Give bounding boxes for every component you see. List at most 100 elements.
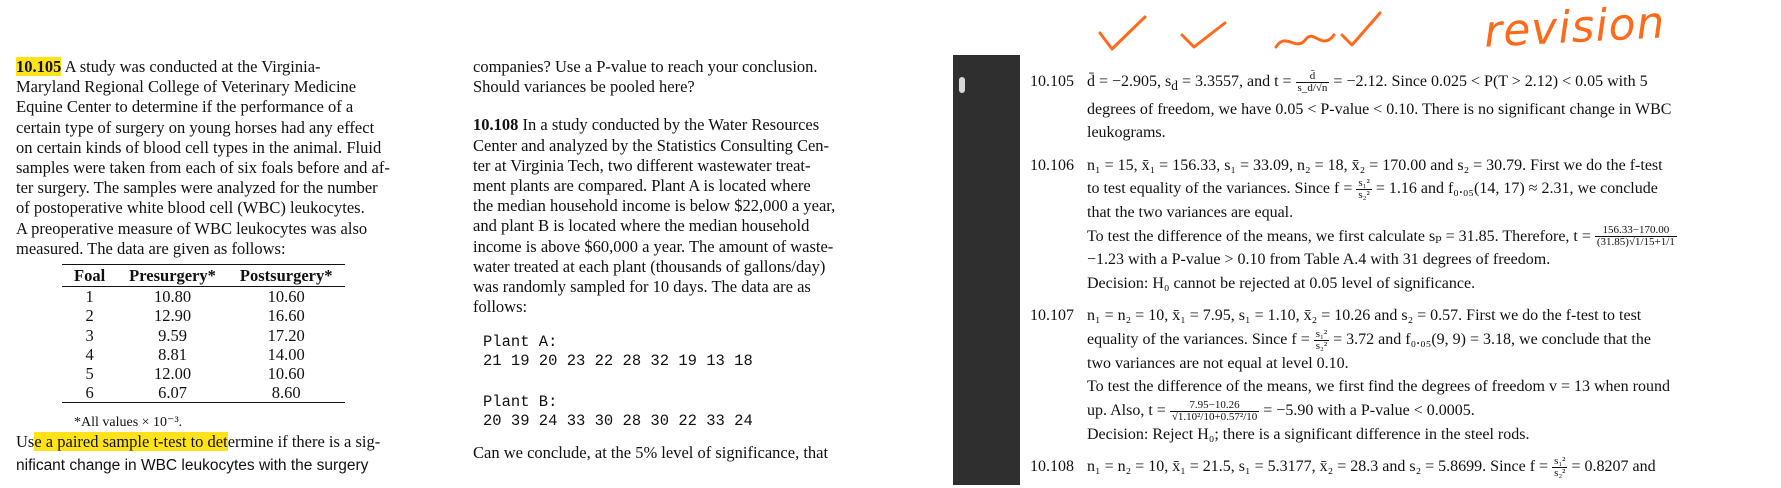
p108-line: the median household income is below $22… bbox=[473, 196, 836, 216]
denominator: s₂² bbox=[1358, 189, 1370, 202]
cell: 8.81 bbox=[158, 344, 187, 364]
p108-line: Center and analyzed by the Statistics Co… bbox=[473, 135, 830, 155]
solution-10-107: 10.107 n₁ = n₂ = 10, x̄₁ = 7.95, s₁ = 1.… bbox=[1030, 304, 1781, 446]
cell: 17.20 bbox=[267, 325, 305, 345]
table-row: 2 12.90 16.60 bbox=[62, 306, 345, 325]
solution-number: 10.105 bbox=[1030, 73, 1074, 90]
table-header: Foal bbox=[62, 263, 118, 288]
cell: 10.80 bbox=[153, 287, 192, 307]
cell: 10.60 bbox=[267, 364, 305, 384]
sol-text: n₁ = 15, x̄₁ = 156.33, s₁ = 33.09, n₂ = … bbox=[1087, 156, 1663, 174]
viewer-separator bbox=[953, 55, 1020, 485]
p108-line: ment plants are compared. Plant A is loc… bbox=[473, 176, 811, 196]
p108-line: ter at Virginia Tech, two different wast… bbox=[473, 155, 811, 175]
p105-line: measured. The data are given as follows: bbox=[16, 238, 286, 258]
p105-line: A study was conducted at the Virginia- bbox=[64, 57, 321, 76]
question-text: Us bbox=[16, 432, 35, 451]
cell: 10.60 bbox=[267, 287, 305, 307]
fraction: s₁² s₂² bbox=[1356, 178, 1372, 202]
p108-line: In a study conducted by the Water Resour… bbox=[522, 115, 820, 135]
sol-text: to test equality of the variances. Since… bbox=[1087, 180, 1357, 198]
sol-text: = −2.12. Since 0.025 < P(T > 2.12) < 0.0… bbox=[1329, 73, 1648, 90]
sol-text: To test the difference of the means, we … bbox=[1087, 227, 1595, 245]
table-row: 4 8.81 14.00 bbox=[62, 345, 345, 364]
cell: 9.59 bbox=[158, 325, 187, 345]
p105-line: A preoperative measure of WBC leukocytes… bbox=[16, 218, 368, 238]
p105-line: Maryland Regional College of Veterinary … bbox=[16, 77, 357, 97]
checkmark-3 bbox=[1340, 11, 1382, 47]
fraction: d̄ s_d/√n bbox=[1295, 70, 1330, 94]
denominator: s₂² bbox=[1315, 339, 1328, 352]
cell: 12.00 bbox=[153, 364, 192, 384]
numerator: s₁² bbox=[1313, 327, 1330, 341]
solutions-page: 10.105 d̄ = −2.905, sd = 3.3557, and t =… bbox=[1030, 70, 1781, 488]
table-row: 5 12.00 10.60 bbox=[62, 364, 345, 383]
p108-line: follows: bbox=[473, 297, 528, 317]
cell: 14.00 bbox=[267, 344, 305, 364]
sol-text: leukograms. bbox=[1087, 124, 1166, 142]
table-header: Postsurgery* bbox=[227, 263, 345, 288]
problem-number-105: 10.105 bbox=[16, 57, 62, 76]
sol-text: = 3.72 and f₀.₀₅(9, 9) = 3.18, we conclu… bbox=[1329, 330, 1651, 348]
scrollbar-thumb[interactable] bbox=[959, 77, 965, 93]
p105-line: on certain kinds of blood cell types in … bbox=[16, 137, 382, 157]
column-2: companies? Use a P-value to reach your c… bbox=[473, 57, 911, 464]
sol-text: = 0.8207 and bbox=[1567, 458, 1656, 475]
sol-text: n₁ = n₂ = 10, x̄₁ = 7.95, s₁ = 1.10, x̄₂… bbox=[1087, 307, 1642, 325]
cont-line: Should variances be pooled here? bbox=[473, 77, 695, 97]
cell: 2 bbox=[85, 306, 94, 326]
cell: 6 bbox=[62, 383, 118, 404]
cell: 1 bbox=[85, 287, 94, 307]
fraction: s₁² s₂² bbox=[1552, 455, 1568, 479]
solution-10-105: 10.105 d̄ = −2.905, sd = 3.3557, and t =… bbox=[1030, 70, 1781, 145]
highlighted-text: e a paired sample t-test to det bbox=[34, 432, 228, 451]
sol-text: degrees of freedom, we have 0.05 < P-val… bbox=[1087, 100, 1672, 118]
cell: 4 bbox=[85, 344, 94, 364]
solution-number: 10.108 bbox=[1030, 458, 1074, 475]
table-footnote: *All values × 10⁻³. bbox=[74, 415, 183, 430]
plant-b-values: 20 39 24 33 30 28 30 22 33 24 bbox=[483, 412, 753, 431]
sol-text: = 1.16 and f₀.₀₅(14, 17) ≈ 2.31, we conc… bbox=[1371, 180, 1658, 198]
denominator: √1.10²/10+0.57²/10 bbox=[1171, 410, 1258, 423]
denominator: (31.85)√1/15+1/1 bbox=[1596, 236, 1675, 249]
p108-line: income is above $60,000 a year. The amou… bbox=[473, 236, 834, 256]
sol-text: = −5.90 with a P-value < 0.0005. bbox=[1259, 401, 1475, 419]
sol-text: up. Also, t = bbox=[1087, 401, 1170, 419]
handwritten-revision-note: revision bbox=[1482, 0, 1667, 58]
p105-line: samples were taken from each of six foal… bbox=[16, 158, 390, 178]
foal-data-table: Foal Presurgery* Postsurgery* 1 10.80 10.6… bbox=[62, 263, 345, 404]
sol-text: Decision: H₀ cannot be rejected at 0.05 … bbox=[1087, 274, 1476, 292]
plant-a-values: 21 19 20 23 22 28 32 19 13 18 bbox=[483, 352, 753, 371]
denominator: s_d/√n bbox=[1297, 81, 1328, 94]
p105-line: of postoperative white blood cell (WBC) … bbox=[16, 198, 365, 218]
sol-text: equality of the variances. Since f = bbox=[1087, 330, 1314, 348]
table-row: 3 9.59 17.20 bbox=[62, 326, 345, 345]
p108-line: and plant B is located where the median … bbox=[473, 216, 810, 236]
subscript: d bbox=[1171, 78, 1178, 94]
denominator: s₂² bbox=[1554, 466, 1566, 479]
sol-text: that the two variances are equal. bbox=[1087, 204, 1294, 222]
p108-line: was randomly sampled for 10 days. The da… bbox=[473, 277, 811, 297]
sol-text: d̄ = −2.905, s bbox=[1087, 73, 1172, 90]
p105-line: ter surgery. The samples were analyzed f… bbox=[16, 178, 378, 198]
p105-line: certain type of surgery on young horses … bbox=[16, 117, 375, 137]
squiggle-mark bbox=[1274, 33, 1336, 49]
table-row: 1 10.80 10.60 bbox=[62, 287, 345, 307]
question-line: Use a paired sample t-test to determine … bbox=[16, 432, 380, 452]
sol-text: To test the difference of the means, we … bbox=[1087, 378, 1670, 396]
problem-10-105: 10.105 A study was conducted at the Virg… bbox=[16, 57, 456, 259]
plant-a-label: Plant A: bbox=[483, 333, 558, 352]
plant-b-label: Plant B: bbox=[483, 393, 558, 412]
sol-text: two variances are not equal at level 0.1… bbox=[1087, 354, 1349, 372]
p108-last-line: Can we conclude, at the 5% level of sign… bbox=[473, 443, 829, 463]
question-line-typed: nificant change in WBC leukocytes with t… bbox=[16, 457, 369, 474]
fraction: s₁² s₂² bbox=[1313, 327, 1330, 352]
problem-number-108: 10.108 bbox=[473, 115, 519, 135]
checkmark-1 bbox=[1098, 15, 1147, 51]
sol-text: Decision: Reject H₀; there is a signific… bbox=[1087, 425, 1530, 443]
sol-text: n₁ = n₂ = 10, x̄₁ = 21.5, s₁ = 5.3177, x… bbox=[1087, 458, 1553, 475]
cell: 12.90 bbox=[153, 306, 192, 326]
checkmark-2 bbox=[1180, 21, 1227, 49]
solution-number: 10.107 bbox=[1030, 307, 1074, 325]
solution-10-108: 10.108 n₁ = n₂ = 10, x̄₁ = 21.5, s₁ = 5.… bbox=[1030, 455, 1781, 479]
